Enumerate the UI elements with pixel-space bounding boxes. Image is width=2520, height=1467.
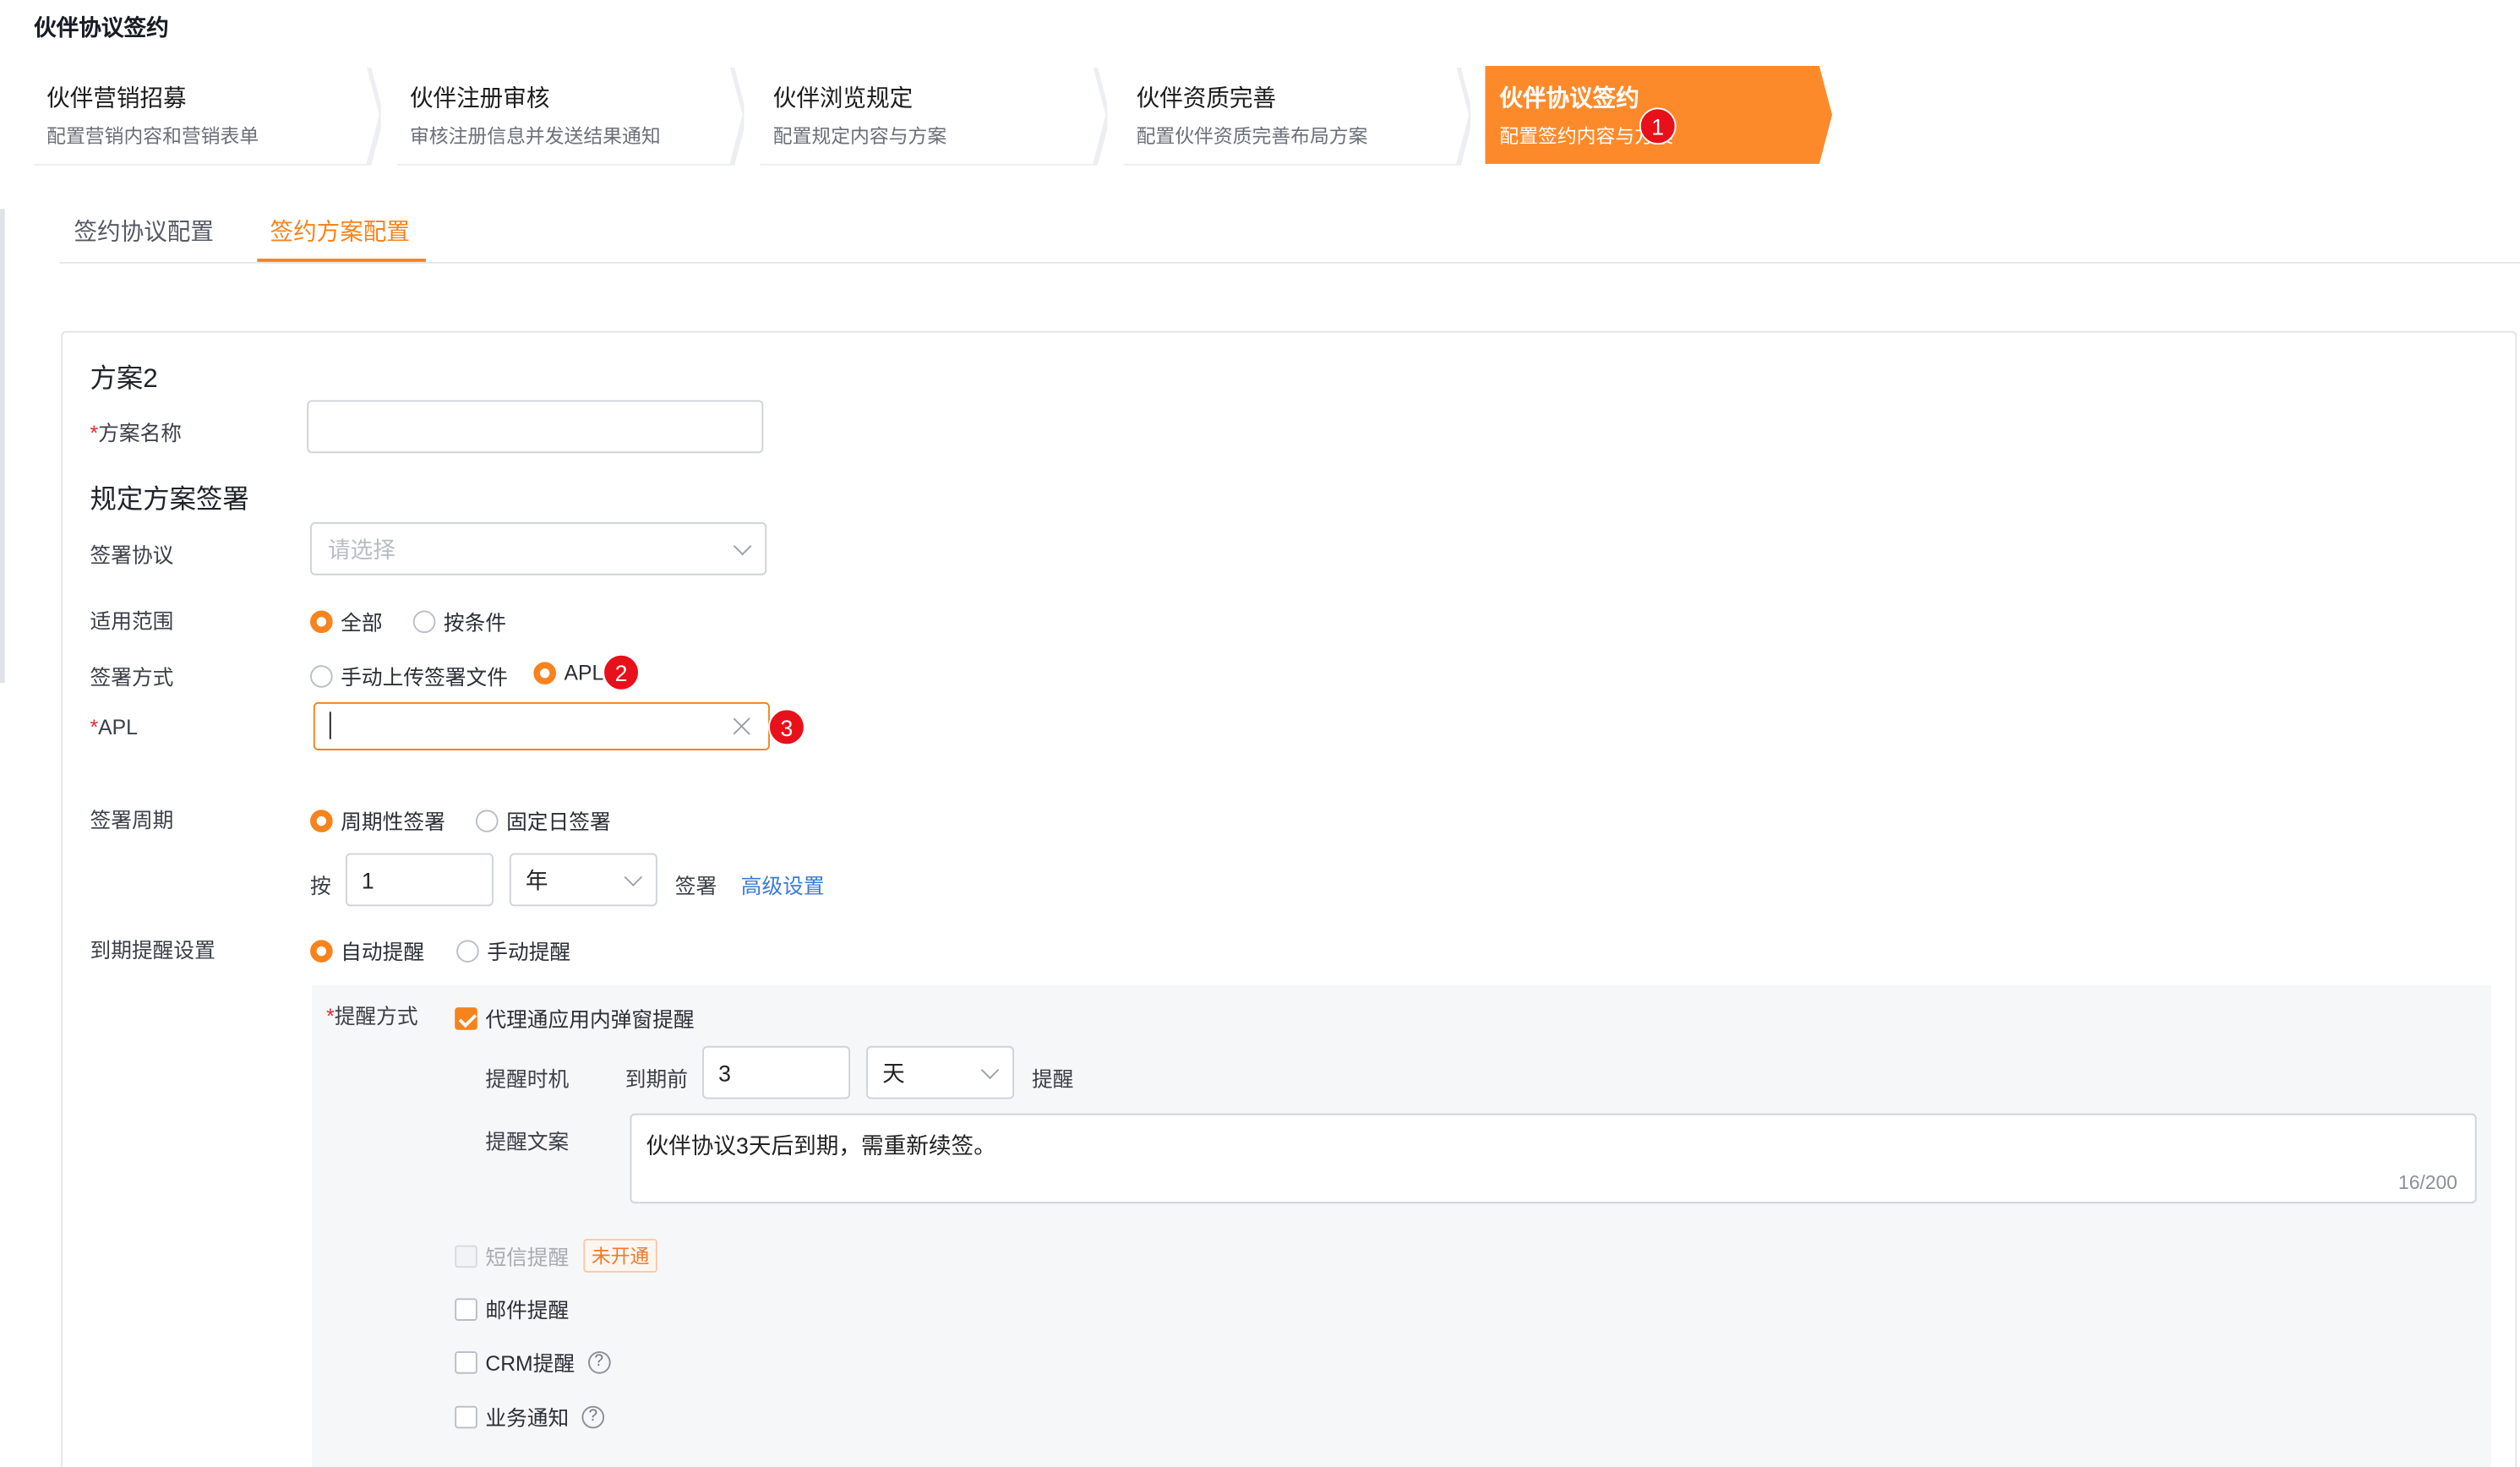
step-partner-qualification[interactable]: 伙伴资质完善 配置伙伴资质完善布局方案: [1121, 66, 1469, 164]
checkbox-unchecked-icon: [455, 1297, 477, 1321]
plan-name-input[interactable]: [307, 400, 764, 454]
chevron-down-icon: [624, 867, 643, 886]
advanced-settings-link[interactable]: 高级设置: [741, 870, 825, 900]
radio-unchecked-icon: [310, 664, 333, 687]
radio-unchecked-icon: [475, 809, 499, 832]
checkbox-unchecked-icon: [455, 1350, 477, 1373]
radio-checked-icon: [533, 661, 557, 684]
crm-reminder-checkbox[interactable]: CRM提醒 ?: [455, 1346, 610, 1377]
remind-time-suffix: 提醒: [1031, 1066, 1074, 1092]
left-scroll-edge: [0, 209, 5, 684]
method-option-manual-upload[interactable]: 手动上传签署文件: [310, 660, 508, 690]
expiry-label: 到期提醒设置: [90, 938, 215, 963]
expiry-option-auto[interactable]: 自动提醒: [310, 935, 424, 966]
apl-label: *APL: [90, 715, 138, 739]
char-counter: 16/200: [2398, 1171, 2457, 1194]
annotation-badge-2: 2: [603, 653, 640, 691]
annotation-badge-1: 1: [1639, 107, 1677, 145]
scope-option-conditional[interactable]: 按条件: [412, 606, 506, 636]
business-notice-checkbox[interactable]: 业务通知 ?: [455, 1401, 605, 1432]
section-title: 规定方案签署: [90, 485, 249, 515]
step-partner-browse-rules[interactable]: 伙伴浏览规定 配置规定内容与方案: [759, 66, 1106, 164]
step-title: 伙伴资质完善: [1136, 86, 1277, 113]
help-icon[interactable]: ?: [587, 1350, 610, 1373]
tab-agreement-config[interactable]: 签约协议配置: [74, 214, 213, 248]
radio-checked-icon: [310, 939, 333, 962]
cycle-suffix-text: 签署: [674, 874, 717, 898]
step-partner-register-review[interactable]: 伙伴注册审核 审核注册信息并发送结果通知: [395, 66, 743, 164]
agreement-label: 签署协议: [90, 543, 174, 568]
text-cursor: [329, 712, 331, 739]
step-desc: 审核注册信息并发送结果通知: [409, 125, 661, 148]
method-option-apl[interactable]: APL: [533, 660, 603, 684]
cycle-option-fixed-day[interactable]: 固定日签署: [475, 805, 611, 836]
remind-method-label: *提醒方式: [326, 1004, 418, 1028]
apl-input[interactable]: [313, 701, 770, 750]
checkbox-unchecked-icon: [455, 1404, 477, 1428]
remind-text-label: 提醒文案: [485, 1129, 570, 1154]
scope-option-all[interactable]: 全部: [310, 606, 383, 636]
expiry-option-manual[interactable]: 手动提醒: [456, 935, 570, 966]
not-enabled-tag: 未开通: [583, 1238, 657, 1273]
radio-checked-icon: [310, 809, 333, 832]
checkbox-checked-icon: [455, 1006, 477, 1029]
plan-title: 方案2: [90, 364, 158, 394]
step-title: 伙伴注册审核: [409, 86, 550, 113]
step-desc: 配置伙伴资质完善布局方案: [1136, 125, 1368, 148]
remind-unit-select[interactable]: 天: [866, 1045, 1015, 1099]
cycle-unit-select[interactable]: 年: [509, 853, 657, 907]
cycle-by-text: 按: [310, 874, 331, 898]
remind-time-prefix: 到期前: [625, 1066, 689, 1092]
sms-reminder-checkbox: 短信提醒 未开通: [455, 1238, 657, 1273]
agreement-placeholder: 请选择: [327, 536, 395, 562]
cycle-option-periodic[interactable]: 周期性签署: [310, 805, 445, 836]
agreement-select[interactable]: 请选择: [310, 521, 767, 575]
checkbox-disabled-icon: [455, 1244, 477, 1268]
step-desc: 配置规定内容与方案: [772, 125, 947, 148]
chevron-down-icon: [733, 536, 752, 555]
chevron-down-icon: [980, 1060, 1000, 1079]
tab-divider: [59, 261, 2520, 264]
cycle-label: 签署周期: [90, 808, 174, 832]
radio-unchecked-icon: [456, 939, 479, 962]
page-title: 伙伴协议签约: [33, 14, 169, 41]
annotation-badge-3: 3: [768, 708, 805, 746]
popup-reminder-checkbox[interactable]: 代理通应用内弹窗提醒: [455, 1002, 695, 1033]
plan-name-label: *方案名称: [90, 421, 183, 445]
help-icon[interactable]: ?: [581, 1404, 605, 1428]
step-title: 伙伴协议签约: [1499, 86, 1639, 113]
scope-label: 适用范围: [90, 608, 174, 634]
tab-plan-config[interactable]: 签约方案配置: [270, 214, 410, 248]
remind-text-value: 伙伴协议3天后到期，需重新续签。: [646, 1132, 996, 1159]
remind-time-label: 提醒时机: [485, 1066, 570, 1092]
radio-checked-icon: [310, 609, 333, 633]
remind-text-textarea[interactable]: 伙伴协议3天后到期，需重新续签。 16/200: [630, 1113, 2477, 1204]
step-title: 伙伴浏览规定: [772, 86, 914, 113]
step-title: 伙伴营销招募: [46, 86, 187, 113]
clear-icon[interactable]: [733, 717, 752, 736]
email-reminder-checkbox[interactable]: 邮件提醒: [455, 1294, 569, 1324]
method-label: 签署方式: [90, 665, 174, 690]
radio-unchecked-icon: [412, 609, 436, 633]
cycle-number-input[interactable]: 1: [345, 853, 494, 907]
remind-days-input[interactable]: 3: [702, 1045, 851, 1099]
step-desc: 配置营销内容和营销表单: [46, 125, 259, 148]
step-partner-recruit[interactable]: 伙伴营销招募 配置营销内容和营销表单: [32, 66, 379, 164]
reminder-panel: [311, 984, 2491, 1467]
